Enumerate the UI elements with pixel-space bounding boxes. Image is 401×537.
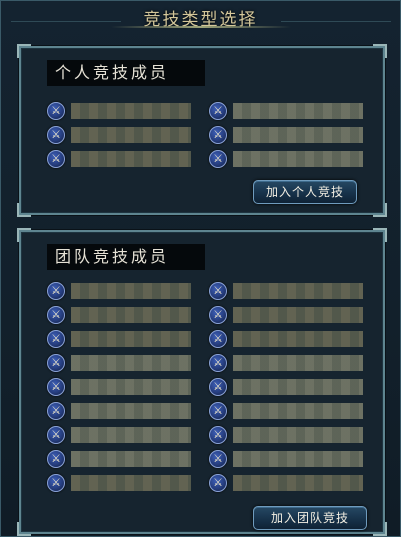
- member-name-hidden: [233, 331, 363, 347]
- member-name-hidden: [71, 307, 191, 323]
- individual-members-label: 个人竞技成员: [47, 60, 205, 86]
- arena-type-window: 竞技类型选择 个人竞技成员 ⚔ ⚔ ⚔ ⚔ ⚔ ⚔ 加入个人竞技 团队竞技成员 …: [0, 0, 401, 537]
- sword-badge-icon: ⚔: [209, 450, 227, 468]
- sword-badge-icon: ⚔: [47, 282, 65, 300]
- member-name-hidden: [233, 127, 363, 143]
- sword-badge-icon: ⚔: [209, 354, 227, 372]
- join-individual-button[interactable]: 加入个人竞技: [253, 180, 357, 204]
- member-name-hidden: [71, 283, 191, 299]
- sword-badge-icon: ⚔: [209, 126, 227, 144]
- sword-badge-icon: ⚔: [47, 450, 65, 468]
- member-name-hidden: [71, 475, 191, 491]
- member-name-hidden: [233, 283, 363, 299]
- member-name-hidden: [233, 103, 363, 119]
- sword-badge-icon: ⚔: [47, 474, 65, 492]
- sword-badge-icon: ⚔: [47, 306, 65, 324]
- corner-ornament: [373, 203, 387, 217]
- member-name-hidden: [71, 451, 191, 467]
- sword-badge-icon: ⚔: [209, 378, 227, 396]
- team-members-panel: 团队竞技成员 ⚔ ⚔ ⚔ ⚔ ⚔ ⚔ ⚔ ⚔ ⚔ ⚔ ⚔ ⚔ ⚔ ⚔ ⚔ ⚔ ⚔…: [17, 228, 387, 536]
- member-name-hidden: [71, 127, 191, 143]
- member-name-hidden: [233, 355, 363, 371]
- member-name-hidden: [233, 151, 363, 167]
- member-name-hidden: [71, 151, 191, 167]
- sword-badge-icon: ⚔: [209, 474, 227, 492]
- member-name-hidden: [233, 403, 363, 419]
- member-name-hidden: [71, 103, 191, 119]
- join-team-button[interactable]: 加入团队竞技: [253, 506, 367, 530]
- title-bar: 竞技类型选择: [1, 1, 400, 31]
- member-name-hidden: [71, 427, 191, 443]
- sword-badge-icon: ⚔: [209, 426, 227, 444]
- member-name-hidden: [71, 331, 191, 347]
- member-name-hidden: [233, 379, 363, 395]
- sword-badge-icon: ⚔: [47, 102, 65, 120]
- corner-ornament: [373, 228, 387, 242]
- member-name-hidden: [233, 451, 363, 467]
- sword-badge-icon: ⚔: [47, 402, 65, 420]
- sword-badge-icon: ⚔: [47, 378, 65, 396]
- corner-ornament: [17, 44, 31, 58]
- sword-badge-icon: ⚔: [209, 282, 227, 300]
- member-name-hidden: [71, 403, 191, 419]
- corner-ornament: [373, 44, 387, 58]
- sword-badge-icon: ⚔: [209, 150, 227, 168]
- sword-badge-icon: ⚔: [47, 354, 65, 372]
- corner-ornament: [17, 203, 31, 217]
- title-underline: [111, 26, 291, 28]
- sword-badge-icon: ⚔: [209, 102, 227, 120]
- corner-ornament: [373, 522, 387, 536]
- corner-ornament: [17, 228, 31, 242]
- individual-members-panel: 个人竞技成员 ⚔ ⚔ ⚔ ⚔ ⚔ ⚔ 加入个人竞技: [17, 44, 387, 217]
- member-name-hidden: [233, 475, 363, 491]
- team-members-label: 团队竞技成员: [47, 244, 205, 270]
- sword-badge-icon: ⚔: [209, 306, 227, 324]
- sword-badge-icon: ⚔: [209, 402, 227, 420]
- member-name-hidden: [71, 355, 191, 371]
- member-name-hidden: [233, 307, 363, 323]
- member-name-hidden: [233, 427, 363, 443]
- sword-badge-icon: ⚔: [47, 426, 65, 444]
- member-name-hidden: [71, 379, 191, 395]
- sword-badge-icon: ⚔: [47, 330, 65, 348]
- sword-badge-icon: ⚔: [47, 150, 65, 168]
- corner-ornament: [17, 522, 31, 536]
- sword-badge-icon: ⚔: [47, 126, 65, 144]
- sword-badge-icon: ⚔: [209, 330, 227, 348]
